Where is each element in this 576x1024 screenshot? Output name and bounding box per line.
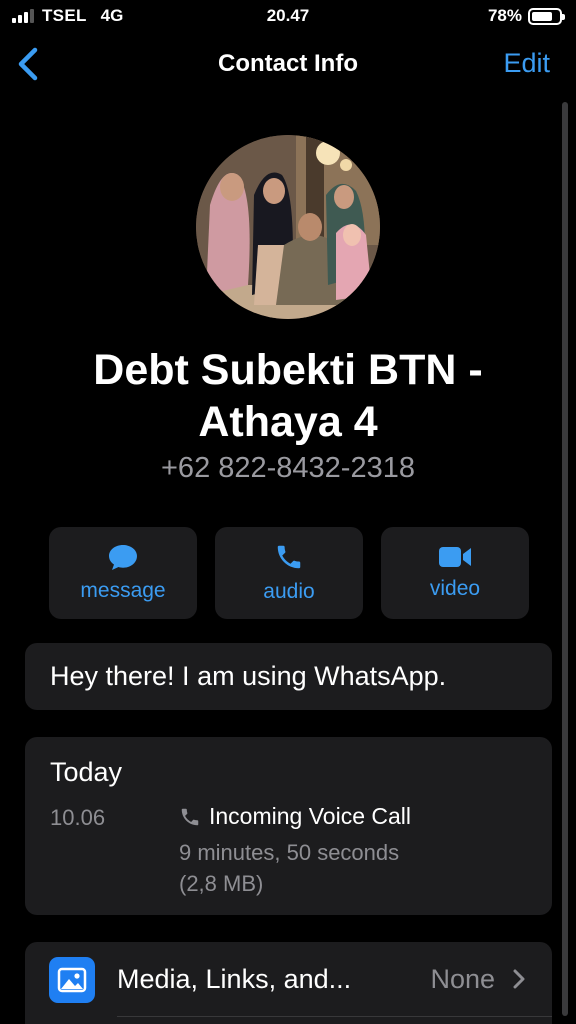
call-log-card: Today 10.06 Incoming Voice Call 9 minute… — [25, 737, 552, 915]
video-camera-icon — [439, 547, 471, 567]
audio-call-button[interactable]: audio — [215, 527, 363, 619]
message-button[interactable]: message — [49, 527, 197, 619]
scrollbar[interactable] — [562, 102, 568, 1016]
battery-percent: 78% — [487, 6, 522, 25]
video-label: video — [429, 577, 481, 600]
battery-icon — [528, 7, 565, 25]
call-log-type-label: Incoming Voice Call — [209, 803, 411, 829]
about-text: Hey there! I am using WhatsApp. — [50, 661, 447, 691]
about-card[interactable]: Hey there! I am using WhatsApp. — [25, 643, 552, 710]
status-bar-right: 78% — [487, 6, 565, 26]
battery-fill — [532, 11, 553, 21]
avatar[interactable] — [196, 135, 380, 319]
photo-icon — [49, 957, 95, 1003]
call-log-time: 10.06 — [50, 805, 106, 830]
edit-button[interactable]: Edit — [503, 48, 550, 79]
chevron-right-icon — [513, 969, 525, 989]
call-log-date: Today — [50, 757, 123, 787]
media-links-label: Media, Links, and... — [117, 964, 352, 994]
media-links-value: None — [430, 964, 495, 994]
phone-icon — [181, 808, 199, 825]
call-log-duration: 9 minutes, 50 seconds — [179, 840, 400, 865]
call-log-size: (2,8 MB) — [179, 871, 264, 896]
page-title: Contact Info — [218, 50, 358, 77]
media-links-docs-row[interactable]: Media, Links, and... None — [25, 942, 552, 1024]
contact-name: Debt Subekti BTN - Athaya 4 — [93, 346, 483, 446]
profile-photo — [196, 135, 380, 319]
call-log-type: Incoming Voice Call — [179, 803, 411, 830]
audio-label: audio — [263, 580, 315, 603]
divider — [117, 1016, 552, 1017]
status-bar: TSEL 4G 20.47 78% — [0, 0, 576, 32]
quick-actions: message audio video — [49, 527, 529, 619]
phone-icon — [277, 545, 301, 569]
navigation-bar: Contact Info Edit — [0, 40, 576, 90]
chat-bubble-icon — [109, 545, 137, 570]
video-call-button[interactable]: video — [381, 527, 529, 619]
message-label: message — [80, 579, 166, 602]
contact-phone[interactable]: +62 822-8432-2318 — [0, 452, 576, 485]
